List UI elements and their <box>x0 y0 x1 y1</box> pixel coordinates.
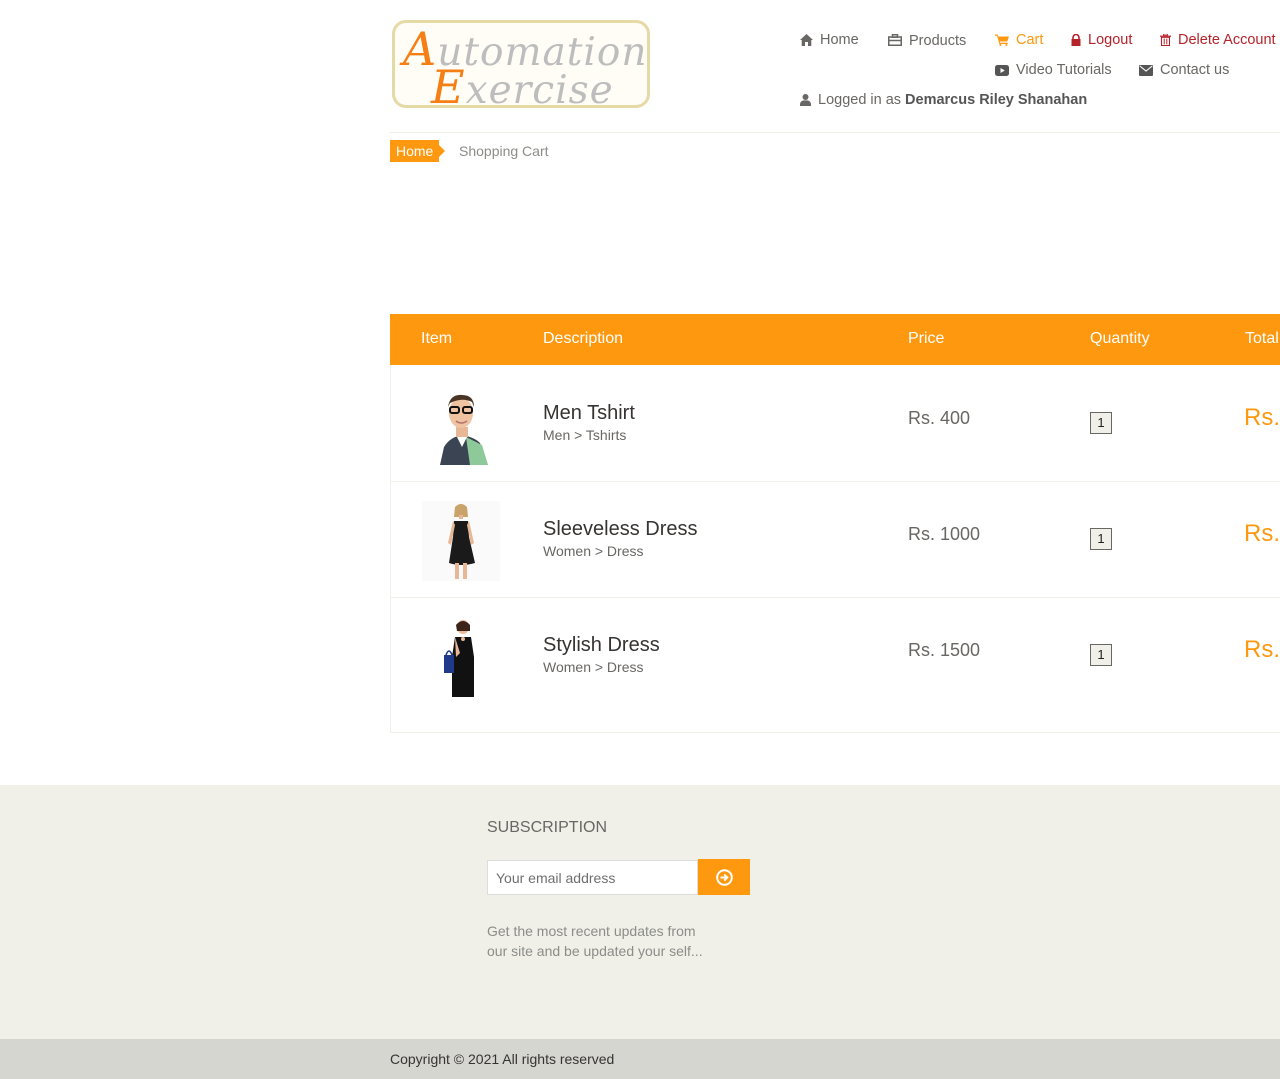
lock-icon <box>1071 34 1081 46</box>
nav-home-label: Home <box>820 32 859 48</box>
briefcase-icon <box>888 34 902 46</box>
nav-cart[interactable]: Cart <box>995 32 1043 48</box>
subscription-title: SUBSCRIPTION <box>487 819 608 836</box>
row-divider <box>390 597 1280 598</box>
logged-in-status: Logged in as Demarcus Riley Shanahan <box>800 92 1087 108</box>
subscription-description: Get the most recent updates from our sit… <box>487 923 703 959</box>
product-name[interactable]: Stylish Dress <box>543 634 660 657</box>
subscribe-button[interactable] <box>698 859 750 895</box>
footer-bottom-bar <box>0 1039 1280 1079</box>
youtube-play-icon <box>995 64 1009 76</box>
nav-contact-us-label: Contact us <box>1160 62 1230 78</box>
nav-logout-label: Logout <box>1088 32 1133 48</box>
header-total: Total <box>1245 330 1279 347</box>
header-divider <box>390 132 1280 133</box>
home-icon <box>800 34 813 46</box>
site-logo[interactable]: Automation Exercise <box>392 20 650 114</box>
product-image-men-tshirt[interactable] <box>422 385 500 465</box>
product-total: Rs. <box>1244 404 1280 431</box>
product-price: Rs. 1000 <box>908 524 981 544</box>
product-total: Rs. <box>1244 636 1280 663</box>
nav-logout[interactable]: Logout <box>1071 32 1132 48</box>
footer-left-area <box>0 785 374 1039</box>
arrow-circle-right-icon <box>715 868 733 886</box>
breadcrumb-home[interactable]: Home <box>390 140 446 162</box>
trash-icon <box>1160 34 1171 46</box>
product-category: Women > Dress <box>543 543 644 559</box>
product-name[interactable]: Sleeveless Dress <box>543 518 698 541</box>
logged-in-username: Demarcus Riley Shanahan <box>905 92 1088 108</box>
nav-video-tutorials-label: Video Tutorials <box>1016 62 1112 78</box>
header-quantity: Quantity <box>1090 330 1150 347</box>
nav-cart-label: Cart <box>1016 32 1044 48</box>
product-price: Rs. 400 <box>908 408 971 428</box>
subscription-email-input[interactable] <box>487 860 698 895</box>
breadcrumb-current: Shopping Cart <box>459 143 549 159</box>
product-image-stylish-dress[interactable] <box>422 617 500 697</box>
shopping-cart-icon <box>995 34 1009 46</box>
cart-table <box>390 314 1280 733</box>
header-item: Item <box>421 330 453 347</box>
user-icon <box>800 94 811 106</box>
product-name[interactable]: Men Tshirt <box>543 402 635 425</box>
nav-products-label: Products <box>909 33 967 49</box>
nav-contact-us[interactable]: Contact us <box>1139 62 1229 78</box>
product-category: Women > Dress <box>543 659 644 675</box>
product-image-sleeveless-dress[interactable] <box>422 501 500 581</box>
copyright-text: Copyright © 2021 All rights reserved <box>390 1051 615 1067</box>
logged-in-prefix: Logged in as <box>818 92 902 108</box>
nav-video-tutorials[interactable]: Video Tutorials <box>995 62 1112 78</box>
cart-table-header: Item Description Price Quantity Total <box>390 314 1280 365</box>
header-price: Price <box>908 330 945 347</box>
header-description: Description <box>543 330 624 347</box>
product-category: Men > Tshirts <box>543 427 627 443</box>
quantity-button[interactable]: 1 <box>1090 412 1112 434</box>
nav-products[interactable]: Products <box>888 32 967 49</box>
nav-home[interactable]: Home <box>800 32 859 48</box>
logo-line-2: Exercise <box>431 60 614 114</box>
nav-delete-account[interactable]: Delete Account <box>1160 32 1276 48</box>
quantity-button[interactable]: 1 <box>1090 644 1112 666</box>
product-total: Rs. <box>1244 520 1280 547</box>
envelope-icon <box>1139 64 1153 76</box>
nav-delete-account-label: Delete Account <box>1178 32 1276 48</box>
row-divider <box>390 481 1280 482</box>
quantity-button[interactable]: 1 <box>1090 528 1112 550</box>
product-price: Rs. 1500 <box>908 640 981 660</box>
